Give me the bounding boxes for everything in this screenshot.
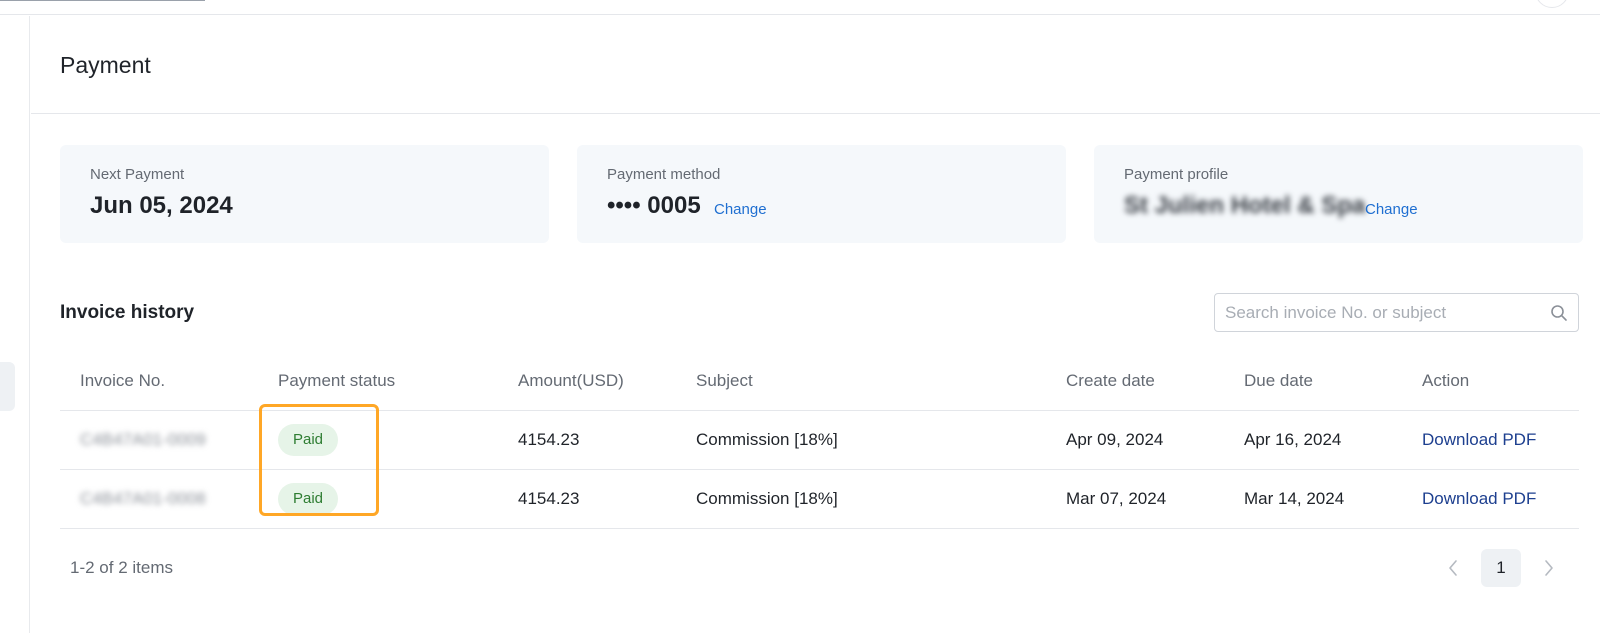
invoice-amount: 4154.23: [518, 430, 580, 449]
chevron-right-icon: [1545, 559, 1553, 576]
invoice-table: Invoice No. Payment status Amount(USD) S…: [60, 360, 1579, 529]
invoice-due-date: Apr 16, 2024: [1244, 430, 1342, 449]
invoice-number: C4B47A01-0008: [80, 489, 206, 508]
status-badge: Paid: [278, 424, 339, 456]
table-row: C4B47A01-0009 Paid 4154.23 Commission [1…: [60, 411, 1579, 470]
invoice-amount: 4154.23: [518, 489, 580, 508]
column-create-date: Create date: [1066, 371, 1155, 390]
invoice-create-date: Apr 09, 2024: [1066, 430, 1164, 449]
page-title: Payment: [60, 52, 151, 78]
change-payment-profile-link[interactable]: Change: [1365, 201, 1418, 218]
search-icon[interactable]: [1550, 304, 1568, 322]
invoice-due-date: Mar 14, 2024: [1244, 489, 1345, 508]
payment-method-card: Payment method •••• 0005 Change: [577, 145, 1066, 243]
pagination-summary: 1-2 of 2 items: [70, 558, 173, 577]
avatar[interactable]: [1535, 0, 1569, 8]
page-header: Payment: [31, 16, 1600, 114]
payment-profile-card: Payment profile St Julien Hotel & Spa Ch…: [1094, 145, 1583, 243]
table-row: C4B47A01-0008 Paid 4154.23 Commission [1…: [60, 470, 1579, 529]
download-pdf-link[interactable]: Download PDF: [1422, 489, 1536, 509]
payment-profile-value: St Julien Hotel & Spa: [1124, 192, 1366, 219]
invoice-subject: Commission [18%]: [696, 489, 838, 508]
column-action: Action: [1422, 371, 1470, 390]
invoice-search[interactable]: [1214, 293, 1579, 332]
invoice-create-date: Mar 07, 2024: [1066, 489, 1167, 508]
invoice-history-title: Invoice history: [60, 302, 195, 323]
search-input[interactable]: [1225, 294, 1535, 331]
pagination-next-button[interactable]: [1534, 549, 1564, 587]
payment-method-label: Payment method: [607, 166, 721, 183]
next-payment-label: Next Payment: [90, 166, 185, 183]
top-bar: [0, 0, 1600, 15]
pagination-prev-button[interactable]: [1438, 549, 1468, 587]
chevron-left-icon: [1449, 559, 1457, 576]
download-pdf-link[interactable]: Download PDF: [1422, 430, 1536, 450]
change-payment-method-link[interactable]: Change: [714, 201, 767, 218]
pagination-page-1[interactable]: 1: [1481, 549, 1521, 587]
invoice-number: C4B47A01-0009: [80, 430, 206, 449]
column-amount: Amount(USD): [518, 371, 624, 390]
column-subject: Subject: [696, 371, 753, 390]
top-bar-divider: [0, 0, 205, 1]
status-badge: Paid: [278, 483, 339, 515]
next-payment-card: Next Payment Jun 05, 2024: [60, 145, 549, 243]
invoice-subject: Commission [18%]: [696, 430, 838, 449]
next-payment-value: Jun 05, 2024: [90, 192, 233, 219]
column-invoice-no: Invoice No.: [80, 371, 166, 390]
column-payment-status: Payment status: [278, 371, 396, 390]
column-due-date: Due date: [1244, 371, 1313, 390]
left-sidebar: [0, 16, 30, 633]
payment-profile-label: Payment profile: [1124, 166, 1229, 183]
sidebar-item-active[interactable]: [0, 362, 15, 411]
table-header: Invoice No. Payment status Amount(USD) S…: [60, 360, 1579, 411]
payment-method-value: •••• 0005: [607, 192, 701, 219]
